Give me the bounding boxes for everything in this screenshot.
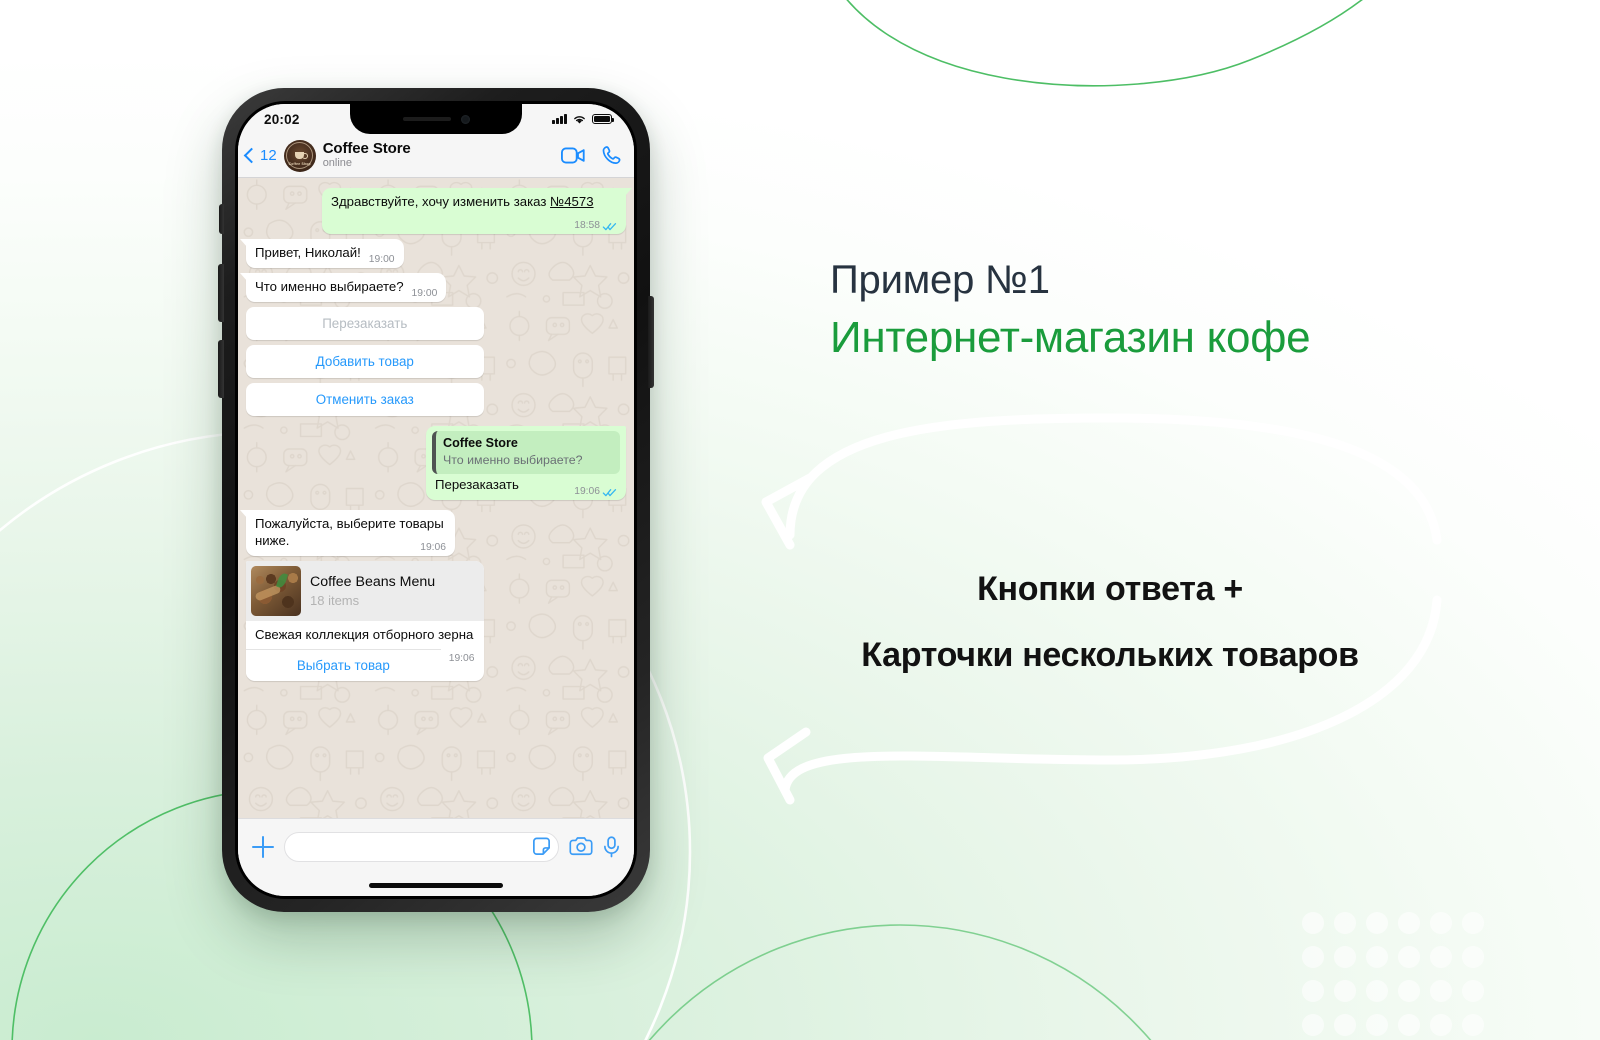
message-row: Пожалуйста, выберите товары ниже. 19:06 [240,510,626,556]
coffee-cup-icon [295,151,308,159]
message-time: 18:58 [574,219,600,231]
message-meta: 19:00 [369,254,395,267]
home-indicator-area [238,874,634,896]
plus-icon[interactable] [252,835,274,858]
chat-title-block[interactable]: Coffee Store online [322,139,554,170]
message-meta: 19:00 [412,288,438,301]
message-time: 19:06 [574,486,600,498]
phone-mockup: 20:02 12 Coffee Shop Coffee Store online… [218,88,654,912]
camera-icon[interactable] [569,836,593,857]
reply-quote-author: Coffee Store [443,435,518,450]
video-call-icon[interactable] [561,147,585,164]
message-meta: 19:06 [420,542,446,555]
reply-quote-preview: Что именно выбираете? [443,453,583,468]
wifi-icon [574,115,585,124]
quick-reply-cancel-order[interactable]: Отменить заказ [246,382,484,416]
quick-reply-add-product[interactable]: Добавить товар [246,344,484,378]
order-number-link[interactable]: №4573 [550,194,593,209]
message-time: 19:00 [368,253,395,265]
phone-bezel: 20:02 12 Coffee Shop Coffee Store online… [235,101,637,899]
message-meta: 19:06 [449,653,475,666]
caption-line-2: Карточки нескольких товаров [861,636,1359,675]
message-text: Что именно выбираете? [255,278,404,294]
chat-header-actions [561,145,622,166]
product-card-titles: Coffee Beans Menu 18 items [310,574,435,609]
message-meta: 19:06 [574,486,617,499]
home-indicator[interactable] [369,882,503,888]
chevron-left-icon [243,147,260,164]
message-input-bar [238,818,634,874]
message-row: Здравствуйте, хочу изменить заказ №4573 … [246,188,632,234]
message-row: Coffee Store Что именно выбираете? Перез… [246,425,626,501]
headline-example-number: Пример №1 [830,258,1050,302]
earpiece-speaker [402,117,451,121]
back-button[interactable]: 12 [243,147,277,164]
quick-reply-reorder[interactable]: Перезаказать [246,306,484,340]
mute-switch-button[interactable] [219,204,224,234]
unread-count: 12 [260,147,277,164]
product-card-body: Свежая коллекция отборного зерна 19:06 [246,621,484,664]
volume-up-button[interactable] [218,264,224,322]
microphone-icon[interactable] [603,835,620,858]
message-time: 19:06 [448,652,475,664]
message-bubble-outgoing-reply[interactable]: Coffee Store Что именно выбираете? Перез… [426,425,626,501]
power-button[interactable] [648,296,654,388]
chat-header: 12 Coffee Shop Coffee Store online [238,134,634,178]
product-card-subtitle: 18 items [310,592,360,608]
message-bubble-incoming[interactable]: Пожалуйста, выберите товары ниже. 19:06 [240,510,455,556]
sticker-icon[interactable] [531,836,552,857]
chat-message-list[interactable]: Здравствуйте, хочу изменить заказ №4573 … [238,178,634,818]
front-camera-icon [460,114,470,124]
double-check-read-icon [602,222,617,230]
status-bar-indicators [552,114,615,125]
phone-call-icon[interactable] [601,145,622,166]
contact-name: Coffee Store [322,139,411,157]
message-time: 19:06 [420,541,446,553]
leaf-shape [275,572,289,589]
headline-block: Пример №1 Интернет-магазин кофе [830,255,1530,366]
message-bubble-outgoing[interactable]: Здравствуйте, хочу изменить заказ №4573 … [322,188,632,234]
message-bubble-incoming[interactable]: Что именно выбираете? 19:00 [239,272,447,302]
message-text: Привет, Николай! [255,244,361,260]
product-card[interactable]: Coffee Beans Menu 18 items Свежая коллек… [246,560,484,681]
battery-full-icon [592,114,615,124]
quick-reply-buttons: Перезаказать Добавить товар Отменить зак… [246,306,484,416]
caption-block: Кнопки ответа + Карточки нескольких това… [770,556,1450,689]
notch [350,104,522,134]
message-input-field[interactable] [284,831,559,862]
contact-status: online [322,157,353,170]
phone-frame: 20:02 12 Coffee Shop Coffee Store online… [218,88,654,912]
message-text: Пожалуйста, выберите товары ниже. [255,516,444,548]
product-card-title: Coffee Beans Menu [310,573,436,590]
cellular-bars-icon [552,114,567,124]
message-row: Coffee Beans Menu 18 items Свежая коллек… [246,560,626,681]
message-text: Здравствуйте, хочу изменить заказ [331,194,551,209]
double-check-read-icon [602,489,617,497]
message-bubble-incoming[interactable]: Привет, Николай! 19:00 [240,238,404,268]
message-meta: 18:58 [574,220,617,233]
status-bar-time: 20:02 [264,111,300,127]
coffee-beans-photo [251,565,301,616]
phone-screen: 20:02 12 Coffee Shop Coffee Store online… [238,104,634,896]
avatar-label: Coffee Shop [288,161,311,166]
volume-down-button[interactable] [218,340,224,398]
message-text: Перезаказать [435,477,519,493]
caption-line-1: Кнопки ответа + [977,570,1243,608]
headline-shop-type: Интернет-магазин кофе [830,313,1311,362]
message-row: Что именно выбираете? 19:00 [239,272,626,302]
avatar[interactable]: Coffee Shop [283,139,316,172]
product-card-header: Coffee Beans Menu 18 items [246,560,484,621]
product-card-description: Свежая коллекция отборного зерна [255,626,474,642]
reply-quote[interactable]: Coffee Store Что именно выбираете? [432,430,620,475]
message-row: Привет, Николай! 19:00 [240,238,626,268]
message-time: 19:00 [411,287,438,299]
product-card-action-button[interactable]: Выбрать товар [246,648,441,681]
